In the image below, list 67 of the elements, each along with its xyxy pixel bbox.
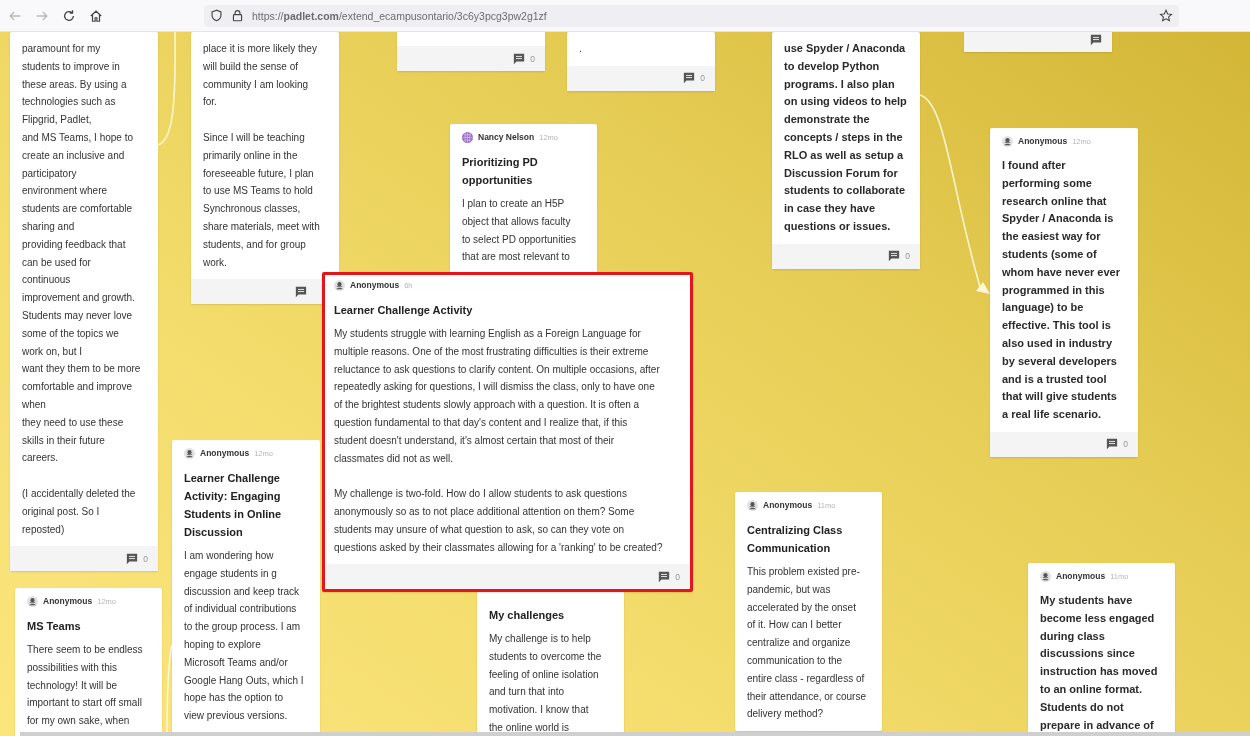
comments-button[interactable] [1090,33,1102,46]
post-title: Centralizing Class Communication [747,523,844,556]
post-text: paramount for my students to improve in these areas. By using a technologies such as Flipgrid, Padlet, and MS Teams, I hope to create an inclusive and participatory environment where students are comfortable sharing and providing feedback that can be used for continuous improvement and growth. Students may never love some of the topics we work on, but I want they them to be more comfortable and improve when they need to use these skills in their future careers. [22,42,142,466]
post-text: use Spyder / Anaconda to develop Python programs. I also plan on using videos to help demonstrate the concepts / steps in the RLO as well as setup a Discussion Forum for students to collaborate in case they have questions or issues. [784,41,908,234]
reload-icon[interactable] [62,8,76,23]
comment-icon [295,285,307,298]
comment-icon [888,250,901,263]
horizontal-scrollbar[interactable] [20,732,1250,736]
author-name: Anonymous [1018,136,1068,146]
post-text: There seem to be endless possibilities with this technology! It will be important to start off small for my own sake, when [27,643,144,729]
comment-icon [1090,33,1102,46]
comments-button[interactable]: 0 [888,250,910,263]
home-icon[interactable] [89,8,103,23]
post-text: My students have become less engaged during class discussions since instruction has moved to an online format. Students do not prepare in advance of [1040,593,1159,733]
post-text: My challenge is to help students to overcome the feeling of online isolation and turn that into motivation. I know that the online world is [489,632,603,735]
anonymous-avatar-icon [1002,135,1013,147]
post-card[interactable] [191,32,339,305]
post-text: This problem existed pre- pandemic, but was accelerated by the onset of it. How can I better centralize and organize communication to the entire class - regardless of their attendance, or course delivery method? [747,565,867,722]
post-card[interactable] [322,272,693,593]
post-text: (I accidentally deleted the original post. So I reposted) [22,486,137,537]
address-bar[interactable]: https://padlet.com/extend_ecampusontario/3c6y3pcg3pw2g1zf [204,4,1179,27]
anonymous-avatar-icon [747,499,758,511]
comments-button[interactable] [295,285,307,298]
comment-icon [658,570,671,583]
post-card[interactable] [735,492,882,732]
author-name: Anonymous [350,280,400,290]
comments-button[interactable]: 0 [683,72,705,85]
post-text: My challenge is two-fold. How do I allow students to ask questions anonymously so as to not place additional attention on them? Some students may unsure of what question to ask, so can they vote on questions asked by their classmates allowing for a 'ranking' to be created? [334,487,664,555]
post-title: MS Teams [27,619,82,634]
comment-icon [683,72,696,85]
post-title: Learner Challenge Activity: Engaging Students in Online Discussion [184,471,283,540]
lock-icon [231,9,244,22]
post-text: . [579,42,583,56]
post-title: Prioritizing PD opportunities [462,155,539,188]
comments-button[interactable]: 0 [513,52,535,65]
post-card[interactable]: 0 [397,32,545,71]
comments-button[interactable]: 0 [658,570,680,583]
post-text: place it is more likely they will build the sense of community I am looking for. [203,42,318,110]
post-card[interactable] [990,128,1138,457]
anonymous-avatar-icon [1040,570,1051,582]
post-title: My challenges [489,608,566,623]
bookmark-star-icon[interactable] [1159,8,1173,23]
post-text: My students struggle with learning English as a Foreign Language for multiple reasons. One of the most frustrating difficulties is their extreme reluctance to ask questions to clarify content. On multiple occasions, after repeatedly asking for questions, I will dismiss the class, only to have one of the brightest students slowly approach with a question. It is often a question fundamental to that day's content and I realize that, if this student doesn't understand, it's almost certain that most of their classmates did not as well. [334,327,661,466]
comments-button[interactable]: 0 [126,552,148,565]
post-card[interactable]: . 0 [567,32,715,91]
post-text: I found after performing some research online that Spyder / Anaconda is the easiest way for students (some of whom have never ever programmed in this language) to be effective. This tool is also used in industry by several developers and is a trusted tool that will give students a real life scenario. [1002,158,1121,423]
anonymous-avatar-icon [334,279,345,291]
author-name: Anonymous [763,500,813,510]
comment-icon [1106,438,1119,451]
post-card[interactable] [772,32,920,269]
author-name: Anonymous [43,596,93,606]
comments-button[interactable]: 0 [1106,438,1128,451]
post-text: Since I will be teaching primarily online in the foreseeable future, I plan to use MS Teams to hold Synchronous classes, share materials, meet with students, and for group work. [203,131,321,270]
shield-icon[interactable] [210,9,223,22]
post-title: Learner Challenge Activity [334,303,474,318]
author-name: Anonymous [1056,571,1106,581]
post-card[interactable] [10,32,158,572]
comment-icon [513,52,526,65]
post-card[interactable] [172,440,320,733]
comment-icon [126,552,139,565]
url-text: https://padlet.com/extend_ecampusontario/3c6y3pcg3pw2g1zf [252,9,547,22]
anonymous-avatar-icon [184,447,195,459]
anonymous-avatar-icon [27,595,38,607]
author-name: Nancy Nelson [478,132,535,142]
post-text: I am wondering how engage students in g discussion and keep track of individual contributions to the group process. I am hoping to explore Microsoft Teams and/or Google Hang Outs, which I hope has the option to view previous versions. [184,549,305,724]
author-name: Anonymous [200,448,250,458]
post-text: I plan to create an H5P object that allows faculty to select PD opportunities that are most relevant to [462,197,577,265]
